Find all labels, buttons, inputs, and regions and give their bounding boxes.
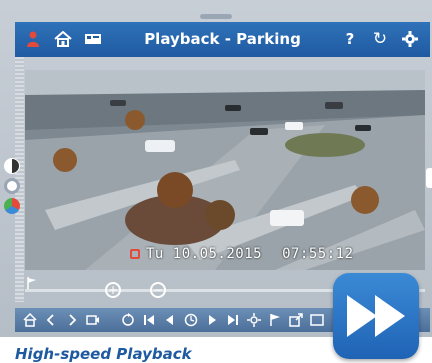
brightness-icon[interactable] bbox=[4, 178, 20, 194]
skip-forward-icon[interactable] bbox=[226, 313, 240, 327]
top-drag-handle[interactable] bbox=[200, 14, 232, 19]
fast-forward-badge[interactable] bbox=[333, 273, 419, 359]
camera-image bbox=[25, 70, 425, 270]
zoom-in-button[interactable]: + bbox=[105, 282, 121, 298]
next-icon[interactable] bbox=[65, 313, 79, 327]
refresh-icon[interactable]: ↻ bbox=[370, 29, 390, 49]
video-date: Tu 10.05.2015 bbox=[146, 246, 263, 262]
skip-back-icon[interactable] bbox=[142, 313, 156, 327]
loop-icon[interactable] bbox=[121, 313, 135, 327]
marker-icon[interactable] bbox=[268, 313, 282, 327]
video-viewport[interactable] bbox=[25, 70, 425, 270]
recording-icon bbox=[130, 249, 140, 259]
flag-icon[interactable] bbox=[27, 277, 37, 289]
top-bar-right-icons: ? ↻ bbox=[340, 29, 420, 49]
home-icon[interactable] bbox=[23, 313, 37, 327]
feature-caption: High-speed Playback bbox=[15, 345, 192, 363]
video-icon[interactable] bbox=[86, 313, 100, 327]
prev-icon[interactable] bbox=[44, 313, 58, 327]
timestamp-overlay: Tu 10.05.2015 07:55:12 bbox=[130, 246, 354, 262]
image-adjust-icons bbox=[4, 158, 20, 214]
color-wheel-icon[interactable] bbox=[4, 198, 20, 214]
top-bar: Playback - Parking ? ↻ bbox=[15, 22, 430, 57]
fast-forward-icon bbox=[347, 295, 405, 337]
settings-icon[interactable] bbox=[400, 29, 420, 49]
step-forward-icon[interactable] bbox=[205, 313, 219, 327]
step-back-icon[interactable] bbox=[163, 313, 177, 327]
speed-icon[interactable] bbox=[247, 313, 261, 327]
export-icon[interactable] bbox=[289, 313, 303, 327]
video-time: 07:55:12 bbox=[282, 246, 354, 262]
zoom-out-button[interactable]: − bbox=[150, 282, 166, 298]
fullscreen-icon[interactable] bbox=[310, 313, 324, 327]
clock-icon[interactable] bbox=[184, 313, 198, 327]
contrast-icon[interactable] bbox=[4, 158, 20, 174]
help-icon[interactable]: ? bbox=[340, 29, 360, 49]
right-panel-handle[interactable] bbox=[426, 168, 432, 188]
